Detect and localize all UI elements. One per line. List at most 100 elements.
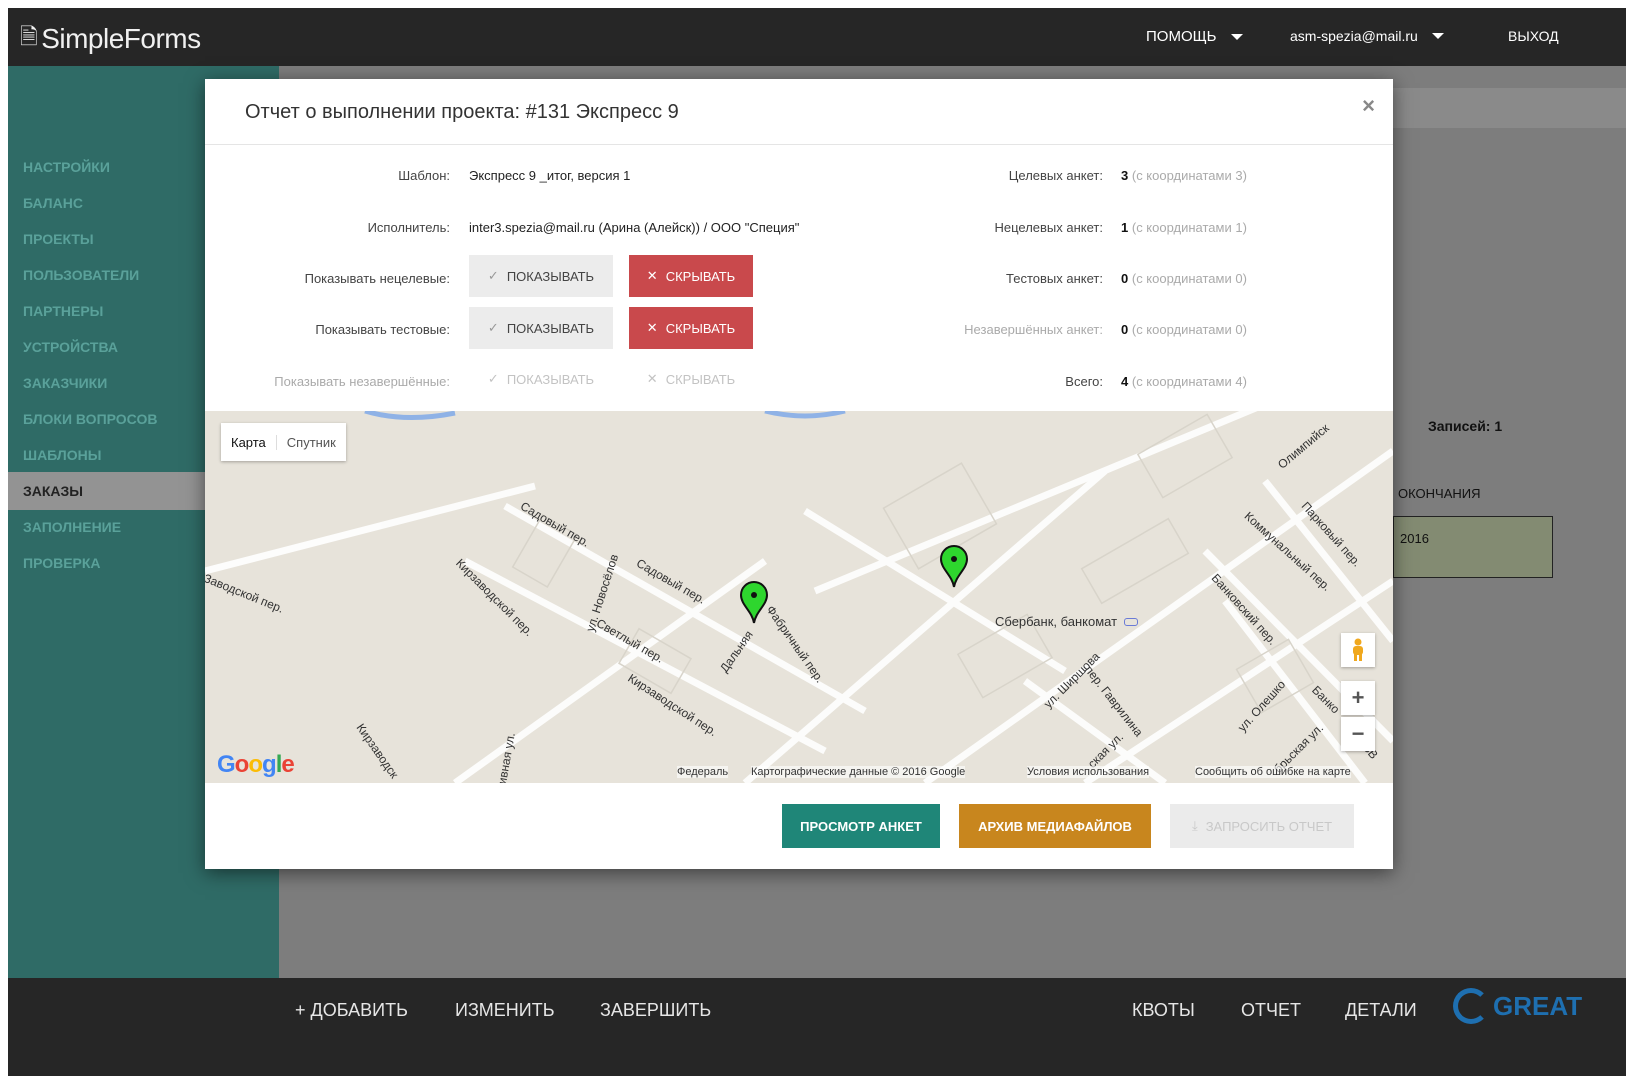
- table-cell-value: 2016: [1400, 531, 1429, 546]
- poi-label[interactable]: Сбербанк, банкомат: [995, 614, 1138, 629]
- close-icon[interactable]: ×: [1362, 93, 1375, 119]
- map-type-map[interactable]: Карта: [221, 434, 277, 450]
- executor-label: Исполнитель:: [367, 220, 450, 235]
- media-archive-button[interactable]: АРХИВ МЕДИАФАЙЛОВ: [959, 804, 1151, 848]
- incomplete-count-value: 0: [1121, 322, 1129, 337]
- target-coords: (с координатами 3): [1131, 168, 1247, 183]
- show-nontarget-button[interactable]: ✓ ПОКАЗЫВАТЬ: [469, 255, 613, 297]
- target-count: 3 (с координатами 3): [1121, 168, 1247, 183]
- report-modal: Отчет о выполнении проекта: #131 Экспрес…: [205, 79, 1393, 869]
- check-icon: ✓: [487, 268, 499, 283]
- help-menu[interactable]: ПОМОЩЬ: [1146, 28, 1243, 45]
- test-count-value: 0: [1121, 271, 1129, 286]
- test-count: 0 (с координатами 0): [1121, 271, 1247, 286]
- hide-incomplete-button[interactable]: ✕ СКРЫВАТЬ: [629, 358, 753, 400]
- map-type-satellite[interactable]: Спутник: [277, 435, 346, 450]
- x-icon: ✕: [646, 371, 658, 386]
- map-roads: [205, 411, 1393, 783]
- show-test-label: Показывать тестовые:: [315, 322, 450, 337]
- table-cell: 2016: [1393, 516, 1553, 578]
- atm-icon: [1123, 618, 1138, 626]
- show-test-button[interactable]: ✓ ПОКАЗЫВАТЬ: [469, 307, 613, 349]
- map-view[interactable]: Карта Спутник Садовый пер. Садовый пер. …: [205, 411, 1393, 783]
- records-count: Записей: 1: [1428, 418, 1503, 434]
- show-incomplete-button-label: ПОКАЗЫВАТЬ: [506, 371, 595, 387]
- show-nontarget-button-label: ПОКАЗЫВАТЬ: [506, 268, 595, 284]
- hide-test-button-label: СКРЫВАТЬ: [665, 320, 736, 336]
- app-logo[interactable]: 🗎 SimpleForms: [20, 20, 201, 58]
- document-icon: 🗎: [20, 24, 38, 49]
- finish-button[interactable]: ЗАВЕРШИТЬ: [600, 1000, 711, 1021]
- show-test-button-label: ПОКАЗЫВАТЬ: [506, 320, 595, 336]
- test-count-label: Тестовых анкет:: [1006, 271, 1103, 286]
- x-icon: ✕: [646, 320, 658, 335]
- terms-link[interactable]: Условия использования: [1027, 766, 1150, 778]
- zoom-in-button[interactable]: +: [1341, 681, 1375, 715]
- incomplete-count-label: Незавершённых анкет:: [964, 322, 1103, 337]
- total-count-value: 4: [1121, 374, 1129, 389]
- app-frame: Записей: 1 ОКОНЧАНИЯ 2016 🗎 SimpleForms …: [8, 8, 1626, 1076]
- logout-link[interactable]: ВЫХОД: [1508, 28, 1559, 44]
- help-menu-label: ПОМОЩЬ: [1146, 28, 1217, 45]
- sidebar-item-orders[interactable]: ЗАКАЗЫ: [8, 472, 208, 510]
- x-icon: ✕: [646, 268, 658, 283]
- download-icon: ⤓: [1191, 818, 1198, 833]
- target-count-label: Целевых анкет:: [1008, 168, 1103, 183]
- check-icon: ✓: [487, 320, 499, 335]
- pegman-icon: [1353, 638, 1363, 661]
- hide-test-button[interactable]: ✕ СКРЫВАТЬ: [629, 307, 753, 349]
- poi-name: Сбербанк, банкомат: [995, 614, 1118, 629]
- test-coords: (с координатами 0): [1131, 271, 1247, 286]
- incomplete-count: 0 (с координатами 0): [1121, 322, 1247, 337]
- zoom-out-button[interactable]: −: [1341, 717, 1375, 751]
- total-count: 4 (с координатами 4): [1121, 374, 1247, 389]
- map-marker-icon[interactable]: [939, 545, 969, 589]
- minus-icon: −: [1351, 721, 1365, 746]
- map-type-toggle[interactable]: Карта Спутник: [221, 423, 346, 461]
- nontarget-count: 1 (с координатами 1): [1121, 220, 1247, 235]
- hide-incomplete-button-label: СКРЫВАТЬ: [665, 371, 736, 387]
- hide-nontarget-button[interactable]: ✕ СКРЫВАТЬ: [629, 255, 753, 297]
- quotas-button[interactable]: КВОТЫ: [1132, 1000, 1195, 1021]
- nontarget-count-label: Нецелевых анкет:: [994, 220, 1103, 235]
- template-label: Шаблон:: [398, 168, 450, 183]
- show-incomplete-label: Показывать незавершённые:: [274, 374, 450, 389]
- chevron-down-icon: [1431, 33, 1444, 39]
- view-forms-button[interactable]: ПРОСМОТР АНКЕТ: [782, 804, 940, 848]
- hide-nontarget-button-label: СКРЫВАТЬ: [665, 268, 736, 284]
- edit-button[interactable]: ИЗМЕНИТЬ: [455, 1000, 555, 1021]
- target-count-value: 3: [1121, 168, 1129, 183]
- show-nontarget-label: Показывать нецелевые:: [304, 271, 450, 286]
- top-navbar: 🗎 SimpleForms ПОМОЩЬ asm-spezia@mail.ru …: [8, 8, 1626, 66]
- add-button[interactable]: + ДОБАВИТЬ: [295, 1000, 408, 1021]
- request-report-button[interactable]: ⤓ ЗАПРОСИТЬ ОТЧЕТ: [1170, 804, 1354, 848]
- nontarget-count-value: 1: [1121, 220, 1129, 235]
- modal-title: Отчет о выполнении проекта: #131 Экспрес…: [245, 101, 679, 123]
- report-map-error-link[interactable]: Сообщить об ошибке на карте: [1195, 766, 1351, 778]
- bottom-toolbar: + ДОБАВИТЬ ИЗМЕНИТЬ ЗАВЕРШИТЬ КВОТЫ ОТЧЕ…: [8, 978, 1626, 1076]
- map-attribution: Картографические данные © 2016 Google: [751, 766, 966, 778]
- chevron-down-icon: [1230, 33, 1243, 40]
- executor-value: inter3.spezia@mail.ru (Арина (Алейск)) /…: [469, 220, 800, 235]
- street-view-pegman-icon[interactable]: [1341, 633, 1375, 667]
- request-report-label: ЗАПРОСИТЬ ОТЧЕТ: [1205, 818, 1333, 834]
- plus-icon: +: [1351, 685, 1365, 710]
- check-icon: ✓: [487, 371, 499, 386]
- total-count-label: Всего:: [1065, 374, 1103, 389]
- user-email: asm-spezia@mail.ru: [1290, 28, 1418, 44]
- template-value: Экспресс 9 _итог, версия 1: [469, 168, 631, 183]
- map-marker-icon[interactable]: [739, 581, 769, 625]
- federal-label: Федераль: [677, 766, 729, 778]
- nontarget-coords: (с координатами 1): [1131, 220, 1247, 235]
- logout-label: ВЫХОД: [1508, 28, 1559, 44]
- report-button[interactable]: ОТЧЕТ: [1241, 1000, 1301, 1021]
- user-menu[interactable]: asm-spezia@mail.ru: [1290, 28, 1444, 44]
- background-panel: [1393, 88, 1626, 128]
- brand-ring-icon: [1453, 988, 1489, 1024]
- details-button[interactable]: ДЕТАЛИ: [1345, 1000, 1417, 1021]
- column-header-end: ОКОНЧАНИЯ: [1398, 486, 1481, 501]
- incomplete-coords: (с координатами 0): [1131, 322, 1247, 337]
- total-coords: (с координатами 4): [1131, 374, 1247, 389]
- show-incomplete-button[interactable]: ✓ ПОКАЗЫВАТЬ: [469, 358, 613, 400]
- brand-name: GREAT: [1493, 990, 1583, 1021]
